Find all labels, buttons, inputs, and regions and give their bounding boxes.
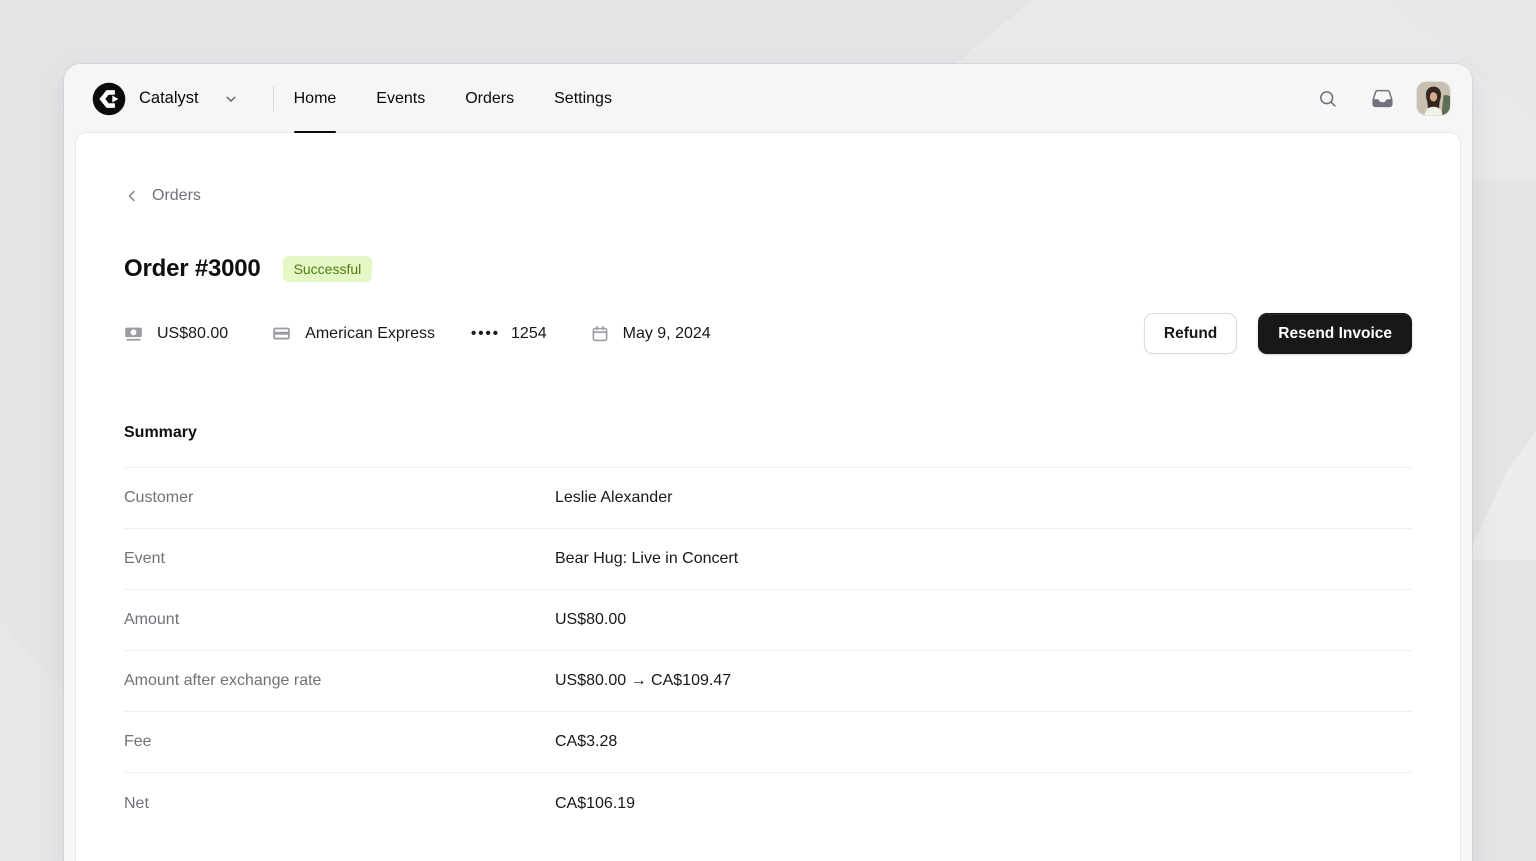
- card-mask-dots: ••••: [471, 325, 501, 342]
- background-facet: [1466, 430, 1536, 560]
- page-title: Order #3000: [124, 255, 261, 282]
- summary-label: Event: [124, 550, 165, 567]
- summary-row-net: Net CA$106.19: [124, 773, 1412, 834]
- order-payment-meta: American Express •••• 1254: [272, 324, 547, 343]
- card-last4: 1254: [511, 324, 547, 342]
- summary-row-customer: Customer Leslie Alexander: [124, 468, 1412, 529]
- brand-name: Catalyst: [139, 89, 199, 107]
- breadcrumb[interactable]: Orders: [124, 187, 201, 205]
- order-amount: US$80.00: [157, 324, 229, 342]
- breadcrumb-label: Orders: [152, 187, 201, 204]
- nav-item-home[interactable]: Home: [293, 64, 336, 133]
- nav-item-settings[interactable]: Settings: [554, 64, 612, 133]
- order-date: May 9, 2024: [622, 324, 711, 342]
- order-meta-items: US$80.00 American Express •••• 1254 May …: [124, 324, 711, 343]
- card-brand: American Express: [305, 324, 435, 342]
- search-icon: [1320, 90, 1336, 107]
- summary-label: Net: [124, 794, 149, 812]
- inbox-button[interactable]: [1363, 80, 1401, 118]
- resend-invoice-button[interactable]: Resend Invoice: [1258, 313, 1412, 354]
- summary-label: Customer: [124, 489, 194, 506]
- navbar-divider: [272, 86, 274, 111]
- catalyst-logo-icon: [92, 82, 126, 115]
- main-nav: Home Events Orders Settings: [293, 64, 612, 133]
- order-actions: Refund Resend Invoice: [1143, 313, 1412, 354]
- nav-item-orders[interactable]: Orders: [465, 64, 514, 133]
- summary-heading: Summary: [124, 424, 197, 441]
- calendar-icon: [591, 325, 609, 343]
- top-navbar: Catalyst Home Events Orders Settings: [64, 64, 1472, 133]
- summary-row-amount: Amount US$80.00: [124, 590, 1412, 651]
- summary-value: Bear Hug: Live in Concert: [555, 550, 739, 567]
- search-button[interactable]: [1309, 80, 1347, 118]
- summary-list: Customer Leslie Alexander Event Bear Hug…: [124, 467, 1412, 834]
- status-badge: Successful: [282, 256, 373, 282]
- team-switcher[interactable]: Catalyst: [92, 82, 239, 116]
- chevron-left-icon: [128, 190, 135, 202]
- credit-card-icon: [272, 324, 291, 343]
- inbox-icon: [1371, 89, 1393, 108]
- banknote-icon: [124, 324, 143, 343]
- summary-row-event: Event Bear Hug: Live in Concert: [124, 529, 1412, 590]
- navbar-right: [1309, 80, 1450, 118]
- summary-row-fee: Fee CA$3.28: [124, 712, 1412, 773]
- chevron-down-icon: [223, 91, 239, 107]
- summary-row-exchange: Amount after exchange rate US$80.00 → CA…: [124, 651, 1412, 712]
- summary-value: US$80.00: [555, 611, 627, 628]
- refund-button[interactable]: Refund: [1143, 313, 1238, 354]
- order-meta-row: US$80.00 American Express •••• 1254 May …: [124, 313, 1412, 354]
- summary-label: Amount: [124, 611, 180, 628]
- summary-label: Fee: [124, 733, 152, 750]
- order-date-meta: May 9, 2024: [591, 325, 711, 343]
- order-amount-meta: US$80.00: [124, 324, 228, 343]
- user-avatar[interactable]: [1417, 82, 1450, 115]
- summary-value: CA$3.28: [555, 733, 618, 750]
- summary-value: US$80.00 → CA$109.47: [555, 672, 732, 689]
- summary-label: Amount after exchange rate: [124, 672, 322, 689]
- nav-item-events[interactable]: Events: [376, 64, 425, 133]
- main-panel: Orders Order #3000 Successful US$80.00 A…: [76, 133, 1460, 861]
- app-window: Catalyst Home Events Orders Settings Ord…: [64, 64, 1472, 861]
- order-header: Order #3000 Successful: [124, 255, 1412, 283]
- summary-value: CA$106.19: [555, 794, 636, 812]
- summary-value: Leslie Alexander: [555, 489, 673, 506]
